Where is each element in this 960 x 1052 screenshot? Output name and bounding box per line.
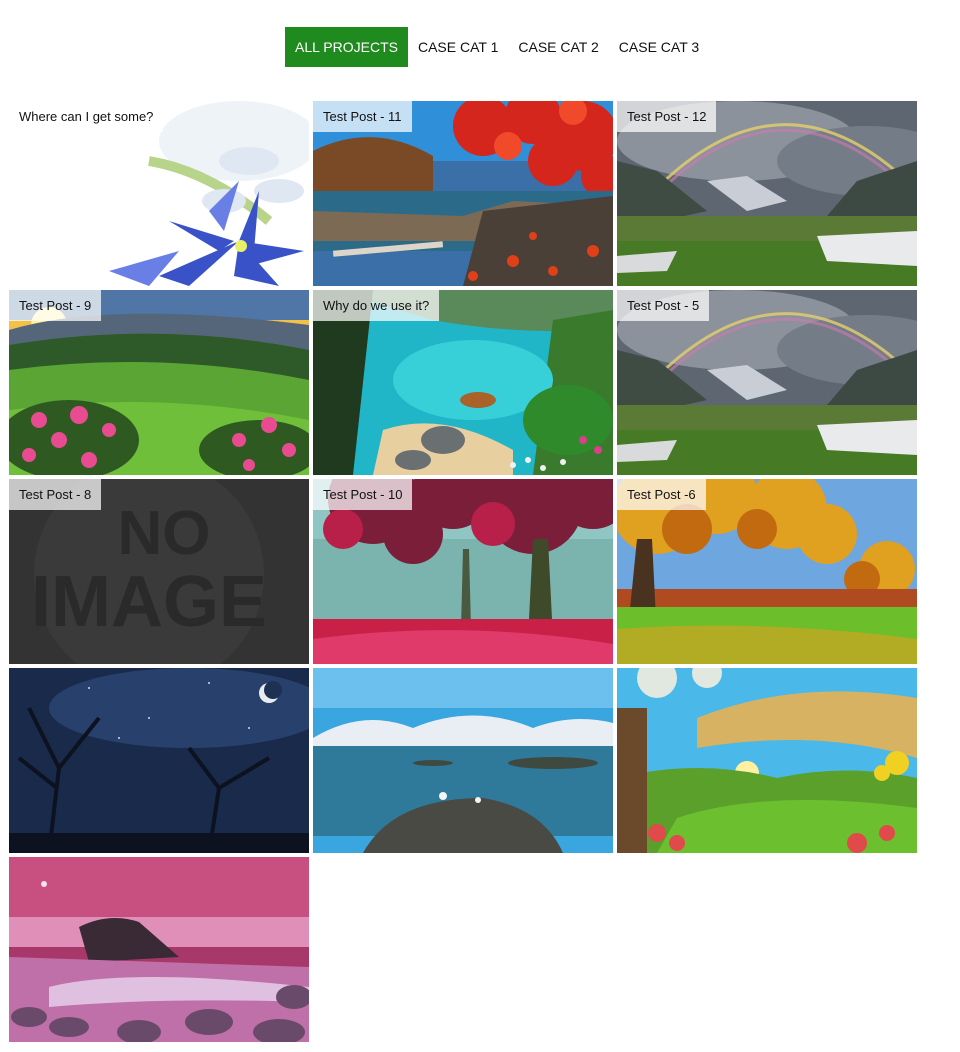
portfolio-item-title: Test Post -6 [617,479,706,510]
portfolio-item-title: Test Post - 8 [9,479,102,510]
portfolio-item[interactable]: Test Post - 12 [617,101,917,286]
portfolio-item-title: Where can I get some? [9,101,164,132]
filter-case-cat-2[interactable]: CASE CAT 2 [508,27,608,67]
portfolio-item[interactable]: Test Post -6 [617,479,917,664]
portfolio-item-title: Test Post - 10 [313,479,413,510]
portfolio-item-title: Test Post - 9 [9,290,102,321]
portfolio-item-title: Why do we use it? [313,290,440,321]
portfolio-item-title: Test Post - 5 [617,290,710,321]
portfolio-item-image [313,668,613,853]
portfolio-item-title: Test Post - 12 [617,101,717,132]
portfolio-item[interactable]: Why do we use it? [313,290,613,475]
portfolio-item[interactable] [617,668,917,853]
no-image-text-1: NO [118,499,211,568]
filter-case-cat-1[interactable]: CASE CAT 1 [408,27,508,67]
no-image-text-2: IMAGE [31,562,267,642]
portfolio-item[interactable] [313,668,613,853]
portfolio-item[interactable]: Test Post - 5 [617,290,917,475]
portfolio-item-image [617,668,917,853]
filter-all-projects[interactable]: ALL PROJECTS [285,27,408,67]
filter-case-cat-3[interactable]: CASE CAT 3 [609,27,709,67]
portfolio-item[interactable] [9,857,309,1042]
portfolio-item[interactable] [9,668,309,853]
portfolio-item-image [9,857,309,1042]
portfolio-item-title: Test Post - 11 [313,101,412,132]
portfolio-item[interactable]: NO IMAGE Test Post - 8 [9,479,309,664]
portfolio-filter-bar: ALL PROJECTS CASE CAT 1 CASE CAT 2 CASE … [285,27,709,67]
portfolio-item[interactable]: Test Post - 11 [313,101,613,286]
portfolio-item[interactable]: Test Post - 9 [9,290,309,475]
portfolio-item[interactable]: Where can I get some? [9,101,309,286]
portfolio-item[interactable]: Test Post - 10 [313,479,613,664]
portfolio-item-image [9,668,309,853]
